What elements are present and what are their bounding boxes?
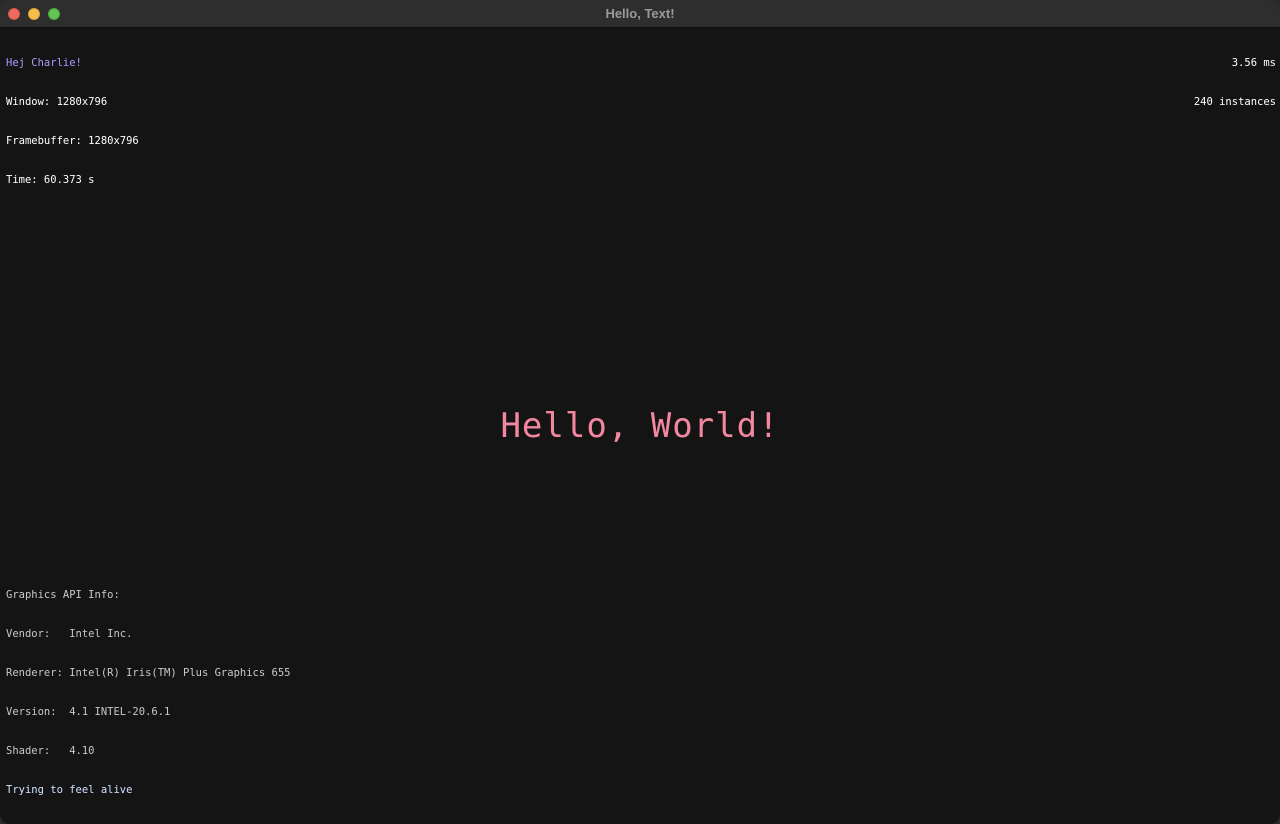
- elapsed-time-text: Time: 60.373 s: [6, 174, 95, 186]
- hello-world-text: Hello, World!: [500, 406, 780, 446]
- status-message-text: Trying to feel alive: [6, 784, 133, 796]
- window-title: Hello, Text!: [605, 6, 675, 21]
- render-canvas[interactable]: Hej Charlie! Window: 1280x796 Framebuffe…: [0, 28, 1280, 824]
- vendor-text: Vendor: Intel Inc.: [6, 628, 133, 640]
- version-text: Version: 4.1 INTEL-20.6.1: [6, 706, 171, 718]
- debug-info-panel: Hej Charlie! Window: 1280x796 Framebuffe…: [6, 31, 139, 213]
- shader-text: Shader: 4.10: [6, 745, 95, 757]
- graphics-api-info-panel: Graphics API Info: Vendor: Intel Inc. Re…: [6, 563, 290, 823]
- app-window: Hello, Text! Hej Charlie! Window: 1280x7…: [0, 0, 1280, 824]
- frame-time-text: 3.56 ms: [1231, 57, 1276, 69]
- performance-panel: 3.56 ms 240 instances: [1194, 31, 1276, 135]
- instance-count-text: 240 instances: [1193, 96, 1276, 108]
- graphics-info-header: Graphics API Info:: [6, 589, 120, 601]
- title-bar[interactable]: Hello, Text!: [0, 0, 1280, 28]
- renderer-text: Renderer: Intel(R) Iris(TM) Plus Graphic…: [6, 667, 291, 679]
- window-size-text: Window: 1280x796: [6, 96, 108, 108]
- greeting-text: Hej Charlie!: [6, 57, 82, 69]
- framebuffer-size-text: Framebuffer: 1280x796: [6, 135, 139, 147]
